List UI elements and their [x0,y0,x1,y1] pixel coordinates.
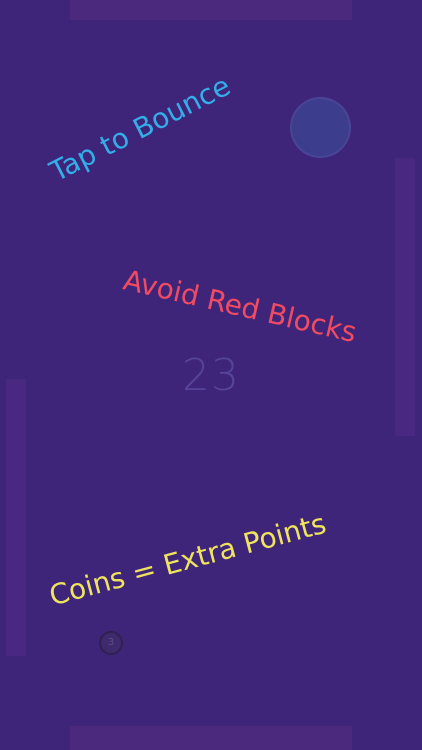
coin-value: 3 [107,637,115,648]
left-paddle [6,379,26,656]
right-paddle [395,158,415,436]
bottom-wall [70,726,352,750]
coin-icon: 3 [99,631,123,655]
coins-extra-points-hint: Coins = Extra Points [45,506,330,613]
ball[interactable] [290,97,351,158]
top-wall [70,0,352,20]
tap-to-bounce-hint: Tap to Bounce [44,69,236,189]
avoid-red-blocks-hint: Avoid Red Blocks [120,263,360,350]
score-counter: 23 [182,350,240,401]
